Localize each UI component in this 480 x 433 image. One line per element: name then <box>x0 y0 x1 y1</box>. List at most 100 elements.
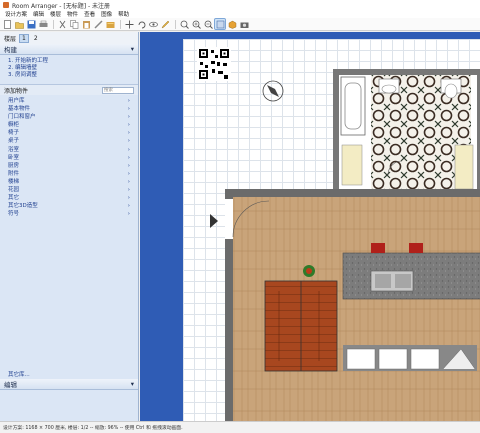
title-bar: Room Arranger - [无标题] - 未注册 <box>0 0 480 10</box>
print-icon[interactable] <box>38 19 48 29</box>
chevron-down-icon[interactable]: ▾ <box>131 380 134 388</box>
category-doors-windows[interactable]: 门口和窗户 › <box>8 113 130 121</box>
chevron-right-icon: › <box>127 130 130 137</box>
measure-icon[interactable] <box>93 19 103 29</box>
more-libraries-link[interactable]: 其它库... <box>8 370 30 378</box>
category-label: 厨房 <box>8 162 20 169</box>
zoom-fit-icon[interactable] <box>179 19 189 29</box>
floor-plan-canvas[interactable] <box>183 39 480 421</box>
chevron-right-icon: › <box>127 203 130 210</box>
floor-tab-1[interactable]: 1 <box>19 33 29 43</box>
bathroom[interactable] <box>333 69 480 199</box>
add-objects-label: 添加物件 <box>4 87 29 95</box>
zoom-out-icon[interactable] <box>203 19 213 29</box>
chevron-right-icon: › <box>127 122 130 129</box>
chevron-right-icon: › <box>127 211 130 218</box>
category-cabinets[interactable]: 橱柜 › <box>8 121 130 129</box>
step-new-project[interactable]: 1. 开始新的工程 <box>8 58 138 65</box>
menu-objects[interactable]: 物件 <box>64 10 81 18</box>
search-input[interactable]: 搜索 <box>102 86 134 94</box>
step-edit-walls[interactable]: 2. 编辑墙壁 <box>8 65 138 72</box>
category-label: 橱柜 <box>8 122 20 129</box>
rotate-icon[interactable] <box>136 19 146 29</box>
chevron-right-icon: › <box>127 146 130 153</box>
category-bathroom[interactable]: 浴室 › <box>8 146 130 154</box>
build-section-header[interactable]: 构建 ▾ <box>0 44 138 55</box>
move-icon[interactable] <box>124 19 134 29</box>
category-chairs[interactable]: 椅子 › <box>8 129 130 137</box>
chevron-right-icon: › <box>127 154 130 161</box>
window-title: Room Arranger - [无标题] - 未注册 <box>12 2 111 10</box>
category-stairs[interactable]: 楼梯 › <box>8 178 130 186</box>
save-icon[interactable] <box>26 19 36 29</box>
floor-tab-2[interactable]: 2 <box>32 35 40 42</box>
folder-icon[interactable] <box>105 19 115 29</box>
edit-section-header[interactable]: 编辑 ▾ <box>0 379 138 390</box>
menu-bar: 设计方案 编辑 楼层 物件 查看 图像 帮助 <box>0 10 480 18</box>
left-panel: 楼层 1 2 构建 ▾ 1. 开始新的工程 2. 编辑墙壁 3. 房间调整 添加… <box>0 32 139 421</box>
step-adjust-room[interactable]: 3. 房间调整 <box>8 72 138 79</box>
chevron-down-icon[interactable]: ▾ <box>131 45 134 53</box>
category-list: 用户库 › 基本物件 › 门口和窗户 › 橱柜 › 椅子 › 桌子 › 浴室 › 卧室 › 厨房… <box>0 97 138 218</box>
category-accessories[interactable]: 附件 › <box>8 170 130 178</box>
chevron-right-icon: › <box>127 195 130 202</box>
build-steps: 1. 开始新的工程 2. 编辑墙壁 3. 房间调整 <box>0 55 138 82</box>
category-basic[interactable]: 基本物件 › <box>8 105 130 113</box>
category-label: 门口和窗户 <box>8 114 36 121</box>
floor-label: 楼层 <box>4 35 17 43</box>
category-other-3d[interactable]: 其它3D造型 › <box>8 202 130 210</box>
category-user-library[interactable]: 用户库 › <box>8 97 130 105</box>
view-3d-icon[interactable] <box>227 19 237 29</box>
category-label: 椅子 <box>8 130 20 137</box>
toolbar-separator <box>175 19 176 29</box>
entrance-arrow-icon <box>210 214 218 228</box>
category-garden[interactable]: 花园 › <box>8 186 130 194</box>
eye-icon[interactable] <box>148 19 158 29</box>
category-kitchen[interactable]: 厨房 › <box>8 162 130 170</box>
menu-floor[interactable]: 楼层 <box>47 10 64 18</box>
cut-icon[interactable] <box>57 19 67 29</box>
category-other[interactable]: 其它 › <box>8 194 130 202</box>
chevron-right-icon: › <box>127 114 130 121</box>
new-icon[interactable] <box>2 19 12 29</box>
category-symbols[interactable]: 符号 › <box>8 210 130 218</box>
category-label: 其它 <box>8 195 20 202</box>
chevron-right-icon: › <box>127 187 130 194</box>
category-label: 卧室 <box>8 154 20 161</box>
menu-image[interactable]: 图像 <box>98 10 115 18</box>
app-icon <box>3 2 9 8</box>
category-label: 楼梯 <box>8 178 20 185</box>
bottom-cabinets[interactable] <box>343 345 477 371</box>
compass-icon[interactable] <box>262 80 284 102</box>
staircase[interactable] <box>264 280 338 372</box>
view-2d-icon[interactable] <box>214 18 226 30</box>
category-label: 基本物件 <box>8 106 31 113</box>
category-label: 其它3D造型 <box>8 203 38 210</box>
menu-design[interactable]: 设计方案 <box>2 10 30 18</box>
category-label: 花园 <box>8 187 20 194</box>
menu-help[interactable]: 帮助 <box>115 10 132 18</box>
chevron-right-icon: › <box>127 138 130 145</box>
open-icon[interactable] <box>14 19 24 29</box>
edit-label: 编辑 <box>4 381 17 389</box>
copy-icon[interactable] <box>69 19 79 29</box>
chevron-right-icon: › <box>127 162 130 169</box>
build-label: 构建 <box>4 46 17 54</box>
toolbar <box>0 18 480 31</box>
paste-icon[interactable] <box>81 19 91 29</box>
floor-selector: 楼层 1 2 <box>0 32 138 44</box>
qr-code <box>197 47 231 81</box>
category-bedroom[interactable]: 卧室 › <box>8 154 130 162</box>
floor-plan[interactable] <box>183 39 480 421</box>
pencil-icon[interactable] <box>160 19 170 29</box>
toolbar-separator <box>120 19 121 29</box>
camera-icon[interactable] <box>239 19 249 29</box>
category-tables[interactable]: 桌子 › <box>8 137 130 145</box>
zoom-in-icon[interactable] <box>191 19 201 29</box>
chevron-right-icon: › <box>127 98 130 104</box>
chevron-right-icon: › <box>127 170 130 177</box>
menu-edit[interactable]: 编辑 <box>30 10 47 18</box>
menu-view[interactable]: 查看 <box>81 10 98 18</box>
category-label: 用户库 <box>8 98 25 104</box>
living-room-floor[interactable] <box>225 189 480 421</box>
